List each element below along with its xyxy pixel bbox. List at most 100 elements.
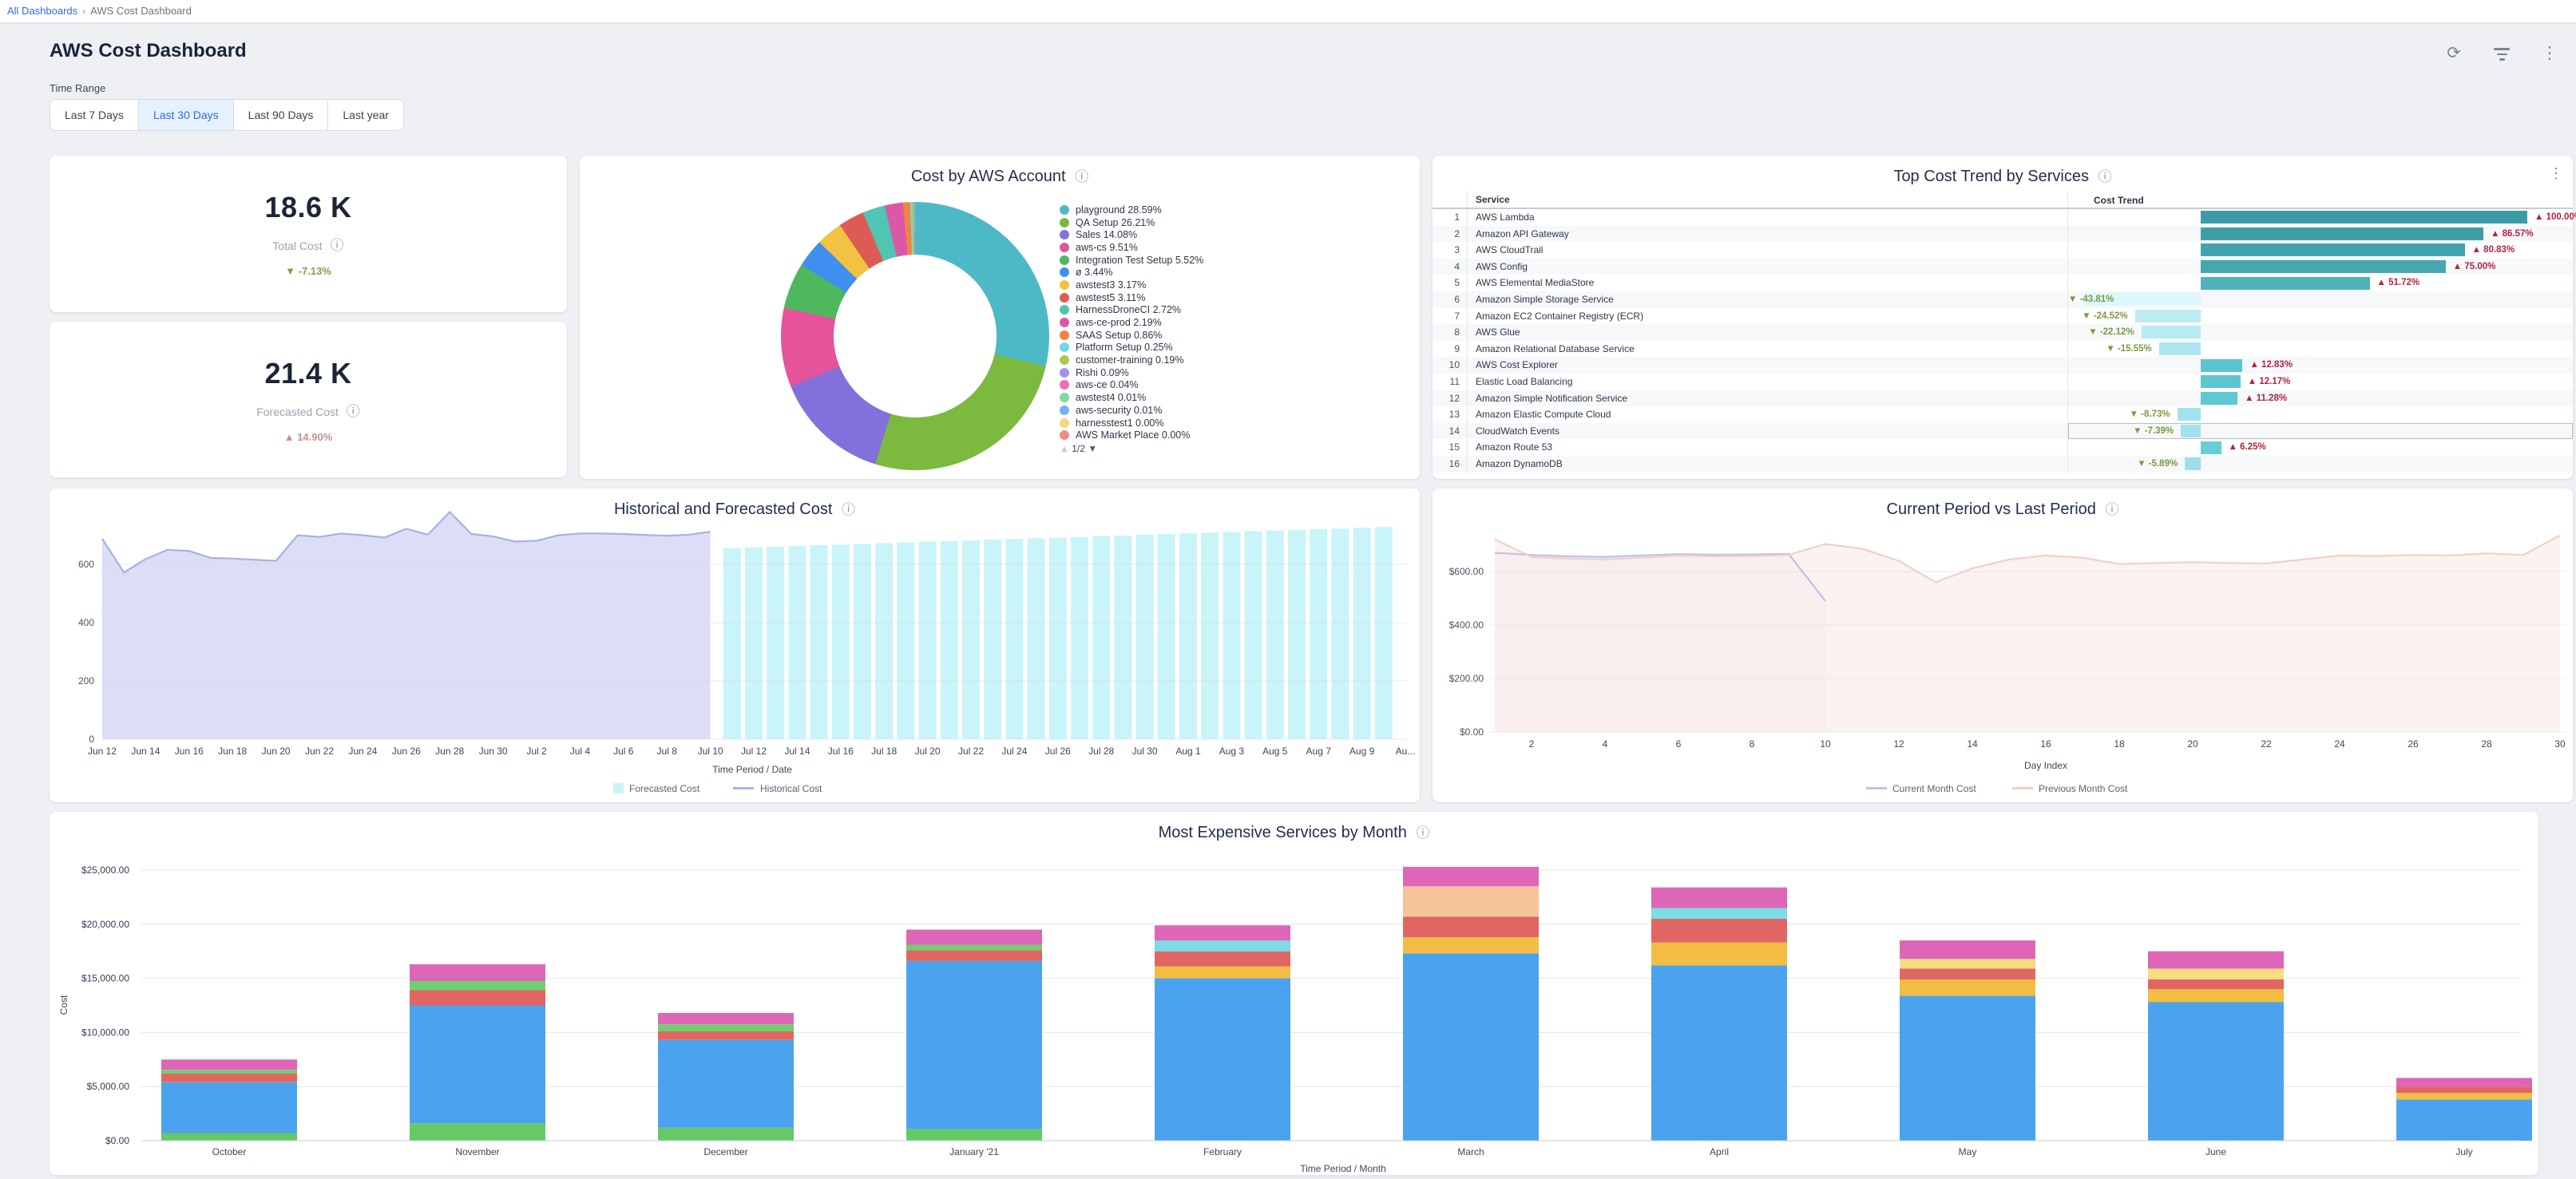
trend-bar [2201,260,2446,273]
legend-item[interactable]: playground 28.59% [1060,204,1203,216]
trend-percent: ▲ 86.57% [2491,226,2534,243]
table-row[interactable]: 8AWS Glue▼ -22.12% [1433,324,2573,341]
arrow-up-icon: ▲ [284,431,295,443]
info-icon[interactable]: ⓘ [1075,169,1088,184]
time-range-group: Last 7 Days Last 30 Days Last 90 Days La… [50,99,404,131]
time-range-last-year[interactable]: Last year [327,100,403,130]
table-row[interactable]: 14CloudWatch Events▼ -7.39% [1433,423,2573,440]
table-row[interactable]: 4AWS Config▲ 75.00% [1433,259,2573,275]
legend-item[interactable]: Sales 14.08% [1060,228,1203,241]
legend-item[interactable]: customer-training 0.19% [1060,354,1203,366]
table-row[interactable]: 15Amazon Route 53▲ 6.25% [1433,439,2573,456]
legend-dot-icon [1060,418,1069,428]
table-row[interactable]: 5AWS Elemental MediaStore▲ 51.72% [1433,275,2573,291]
breadcrumb-separator-icon: › [82,6,85,17]
svg-text:Jul 4: Jul 4 [570,746,591,757]
table-row[interactable]: 12Amazon Simple Notification Service▲ 11… [1433,390,2573,407]
trend-bar [2178,408,2201,421]
svg-text:$400.00: $400.00 [1449,619,1484,631]
table-row[interactable]: 13Amazon Elastic Compute Cloud▼ -8.73% [1433,406,2573,423]
svg-text:Aug 1: Aug 1 [1175,746,1201,757]
table-row[interactable]: 2Amazon API Gateway▲ 86.57% [1433,226,2573,243]
trend-table-header: Service Cost Trend [1433,192,2573,209]
svg-text:$0.00: $0.00 [105,1135,129,1146]
legend-dot-icon [1060,255,1069,265]
column-header-service[interactable]: Service [1468,192,2068,208]
table-row[interactable]: 3AWS CloudTrail▲ 80.83% [1433,242,2573,259]
trend-percent: ▼ -22.12% [2068,324,2134,341]
svg-text:Historical Cost: Historical Cost [760,783,822,794]
donut-chart[interactable] [781,202,1049,470]
time-range-last-7-days[interactable]: Last 7 Days [50,100,138,130]
legend-item[interactable]: aws-security 0.01% [1060,404,1203,417]
legend-item[interactable]: ø 3.44% [1060,266,1203,279]
svg-text:Aug 5: Aug 5 [1262,746,1288,757]
forecasted-cost-card: 21.4 K Forecasted Cost ⓘ ▲ 14.90% [50,322,567,477]
svg-text:November: November [455,1146,499,1157]
kebab-icon[interactable]: ⋮ [2549,165,2563,182]
legend-item[interactable]: AWS Market Place 0.00% [1060,429,1203,441]
svg-text:Cost: Cost [58,995,69,1015]
filter-icon[interactable] [2491,43,2512,65]
legend-item[interactable]: Rishi 0.09% [1060,366,1203,379]
svg-text:Jun 12: Jun 12 [88,746,117,757]
time-range-last-30-days[interactable]: Last 30 Days [138,100,233,130]
trend-bar [2181,425,2201,437]
table-row[interactable]: 10AWS Cost Explorer▲ 12.83% [1433,357,2573,374]
svg-text:$10,000.00: $10,000.00 [81,1027,129,1038]
legend-dot-icon [1060,393,1069,402]
svg-text:12: 12 [1893,738,1904,750]
time-range-last-90-days[interactable]: Last 90 Days [233,100,328,130]
page-up-icon[interactable]: ▲ [1060,443,1069,454]
svg-text:Jul 24: Jul 24 [1001,746,1027,757]
svg-text:20: 20 [2187,738,2198,750]
legend-item[interactable]: Platform Setup 0.25% [1060,342,1203,354]
trend-percent: ▼ -15.55% [2068,341,2152,358]
legend-item[interactable]: SAAS Setup 0.86% [1060,329,1203,342]
historical-forecast-chart[interactable]: 0200400600Jun 12Jun 14Jun 16Jun 18Jun 20… [50,489,1420,802]
svg-text:4: 4 [1603,738,1608,750]
monthly-services-chart[interactable]: $0.00$5,000.00$10,000.00$15,000.00$20,00… [50,812,2538,1175]
trend-percent: ▼ -5.89% [2068,456,2178,473]
table-row[interactable]: 7Amazon EC2 Container Registry (ECR)▼ -2… [1433,308,2573,325]
svg-text:July: July [2455,1146,2472,1157]
trend-percent: ▼ -24.52% [2068,308,2128,325]
legend-item[interactable]: harnesstest1 0.00% [1060,417,1203,429]
legend-dot-icon [1060,218,1069,227]
legend-dot-icon [1060,267,1069,277]
kebab-icon[interactable]: ⋮ [2539,43,2560,65]
table-row[interactable]: 9Amazon Relational Database Service▼ -15… [1433,341,2573,358]
legend-dot-icon [1060,430,1069,440]
legend-item[interactable]: QA Setup 26.21% [1060,216,1203,229]
legend-item[interactable]: aws-ce-prod 2.19% [1060,316,1203,329]
legend-item[interactable]: awstest5 3.11% [1060,291,1203,304]
info-icon[interactable]: ⓘ [331,238,344,253]
table-row[interactable]: 11Elastic Load Balancing▲ 12.17% [1433,374,2573,390]
legend-item[interactable]: awstest4 0.01% [1060,391,1203,404]
svg-text:Aug 3: Aug 3 [1219,746,1245,757]
legend-item[interactable]: aws-cs 9.51% [1060,241,1203,254]
table-row[interactable]: 1AWS Lambda▲ 100.00% [1433,209,2573,226]
trend-percent: ▲ 80.83% [2472,242,2515,259]
legend-item[interactable]: aws-ce 0.04% [1060,379,1203,392]
breadcrumb: All Dashboards›AWS Cost Dashboard [0,0,2576,24]
column-header-cost-trend[interactable]: Cost Trend [2068,192,2573,208]
table-row[interactable]: 6Amazon Simple Storage Service▼ -43.81% [1433,291,2573,308]
legend-item[interactable]: awstest3 3.17% [1060,279,1203,291]
arrow-down-icon: ▼ [285,265,295,277]
trend-percent: ▲ 12.83% [2249,357,2293,374]
svg-text:400: 400 [78,617,94,628]
svg-text:Day Index: Day Index [2024,760,2067,771]
info-icon[interactable]: ⓘ [347,404,360,419]
info-icon[interactable]: ⓘ [2098,169,2112,184]
breadcrumb-all-dashboards-link[interactable]: All Dashboards [7,5,77,17]
period-compare-chart[interactable]: $0.00$200.00$400.00$600.0024681012141618… [1433,489,2573,802]
table-row[interactable]: 16Amazon DynamoDB▼ -5.89% [1433,456,2573,473]
page-down-icon[interactable]: ▼ [1088,443,1097,454]
trend-percent: ▲ 12.17% [2248,374,2291,390]
refresh-icon[interactable]: ⟳ [2443,43,2464,65]
legend-item[interactable]: Integration Test Setup 5.52% [1060,254,1203,267]
svg-text:Jun 28: Jun 28 [435,746,464,757]
legend-item[interactable]: HarnessDroneCI 2.72% [1060,304,1203,317]
trend-percent: ▲ 6.25% [2229,439,2266,456]
